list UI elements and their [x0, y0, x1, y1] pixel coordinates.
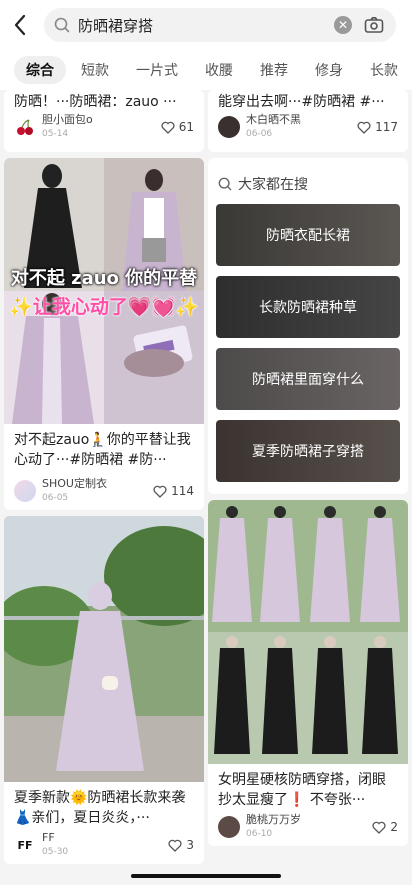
search-bar[interactable]: 防晒裙穿搭 ✕	[44, 8, 396, 42]
post-date: 05-30	[42, 847, 69, 857]
post-date: 06-05	[42, 493, 69, 503]
heart-icon	[168, 839, 182, 852]
filter-tabs: 综合 短款 一片式 收腰 推荐 修身 长款	[0, 50, 412, 90]
like-button[interactable]: 61	[161, 120, 194, 134]
avatar[interactable]	[218, 116, 240, 138]
like-count: 2	[390, 820, 398, 834]
back-button[interactable]	[0, 0, 40, 50]
author-name: 胆小面包o	[42, 113, 93, 126]
hot-search-item[interactable]: 长款防晒裙种草	[216, 276, 400, 338]
note-title: 女明星硬核防晒穿搭，闭眼抄太显瘦了❗ 不夸张···	[218, 772, 386, 808]
chevron-left-icon	[14, 14, 26, 36]
cover-collage	[208, 500, 408, 764]
note-title: 夏季新款🌞防晒裙长款来袭👗亲们，夏日炎炎，···	[14, 790, 186, 826]
like-count: 114	[171, 484, 194, 498]
cover-caption-sub: ✨让我心动了💗💓✨	[9, 296, 199, 318]
tab-slim[interactable]: 修身	[303, 56, 355, 84]
like-button[interactable]: 114	[153, 484, 194, 498]
heart-icon	[161, 121, 175, 134]
note-card[interactable]: 女明星硬核防晒穿搭，闭眼抄太显瘦了❗ 不夸张··· 脆桃万万岁 06-10 2	[208, 500, 408, 846]
like-count: 3	[186, 838, 194, 852]
like-button[interactable]: 117	[357, 120, 398, 134]
note-title: 防晒！···防晒裙：zauo ···	[14, 94, 177, 110]
post-date: 05-14	[42, 129, 69, 139]
note-card[interactable]: 防晒！···防晒裙：zauo ··· 胆小面包o 05-14 61	[4, 90, 204, 152]
search-query[interactable]: 防晒裙穿搭	[78, 15, 334, 36]
avatar[interactable]	[14, 116, 36, 138]
note-title: 能穿出去啊···#防晒裙 #···	[218, 94, 385, 110]
search-icon	[218, 177, 232, 191]
tab-waist[interactable]: 收腰	[193, 56, 245, 84]
cherry-icon	[17, 119, 33, 135]
tab-recommended[interactable]: 推荐	[248, 56, 300, 84]
like-count: 117	[375, 120, 398, 134]
hot-searches-title: 大家都在搜	[238, 177, 308, 193]
cover-caption: 对不起 zauo 你的平替	[10, 268, 198, 289]
note-card[interactable]: 能穿出去啊···#防晒裙 #··· 木白晒不黑 06-06 117	[208, 90, 408, 152]
author-name: SHOU定制衣	[42, 477, 107, 490]
author-name: 木白晒不黑	[246, 113, 301, 126]
note-card[interactable]: 夏季新款🌞防晒裙长款来袭👗亲们，夏日炎炎，··· FF FF 05-30 3	[4, 516, 204, 864]
home-indicator[interactable]	[131, 874, 281, 878]
note-cover-image[interactable]: 对不起 zauo 你的平替 ✨让我心动了💗💓✨	[4, 158, 204, 424]
camera-icon[interactable]	[364, 16, 384, 34]
author-name: FF	[42, 831, 55, 844]
post-date: 06-10	[246, 829, 273, 839]
note-cover-image[interactable]	[208, 500, 408, 764]
tab-long[interactable]: 长款	[358, 56, 410, 84]
tab-short[interactable]: 短款	[69, 56, 121, 84]
heart-icon	[372, 821, 386, 834]
heart-icon	[153, 485, 167, 498]
clear-icon[interactable]: ✕	[334, 16, 352, 34]
note-cover-image[interactable]	[4, 516, 204, 782]
avatar[interactable]	[14, 480, 36, 502]
tab-one-piece[interactable]: 一片式	[124, 56, 190, 84]
note-title: 对不起zauo🧎你的平替让我心动了···#防晒裙 #防···	[14, 432, 191, 468]
cover-collage	[4, 158, 204, 424]
heart-icon	[357, 121, 371, 134]
search-icon	[54, 17, 70, 33]
cover-photo	[4, 516, 204, 782]
hot-search-item[interactable]: 防晒裙里面穿什么	[216, 348, 400, 410]
feed-right-column: 能穿出去啊···#防晒裙 #··· 木白晒不黑 06-06 117 大家都在搜 …	[208, 90, 408, 852]
author-name: 脆桃万万岁	[246, 813, 301, 826]
tab-comprehensive[interactable]: 综合	[14, 56, 66, 84]
hot-search-item[interactable]: 防晒衣配长裙	[216, 204, 400, 266]
note-card[interactable]: 对不起 zauo 你的平替 ✨让我心动了💗💓✨ 对不起zauo🧎你的平替让我心动…	[4, 158, 204, 510]
like-count: 61	[178, 120, 194, 134]
like-button[interactable]: 2	[372, 820, 398, 834]
top-bar: 防晒裙穿搭 ✕	[0, 0, 412, 50]
hot-search-item[interactable]: 夏季防晒裙子穿搭	[216, 420, 400, 482]
feed-left-column: 防晒！···防晒裙：zauo ··· 胆小面包o 05-14 61 对不起 za…	[4, 90, 204, 870]
hot-searches-panel: 大家都在搜 防晒衣配长裙 长款防晒裙种草 防晒裙里面穿什么 夏季防晒裙子穿搭	[208, 158, 408, 494]
like-button[interactable]: 3	[168, 838, 194, 852]
post-date: 06-06	[246, 129, 273, 139]
avatar[interactable]: FF	[14, 834, 36, 856]
avatar[interactable]	[218, 816, 240, 838]
